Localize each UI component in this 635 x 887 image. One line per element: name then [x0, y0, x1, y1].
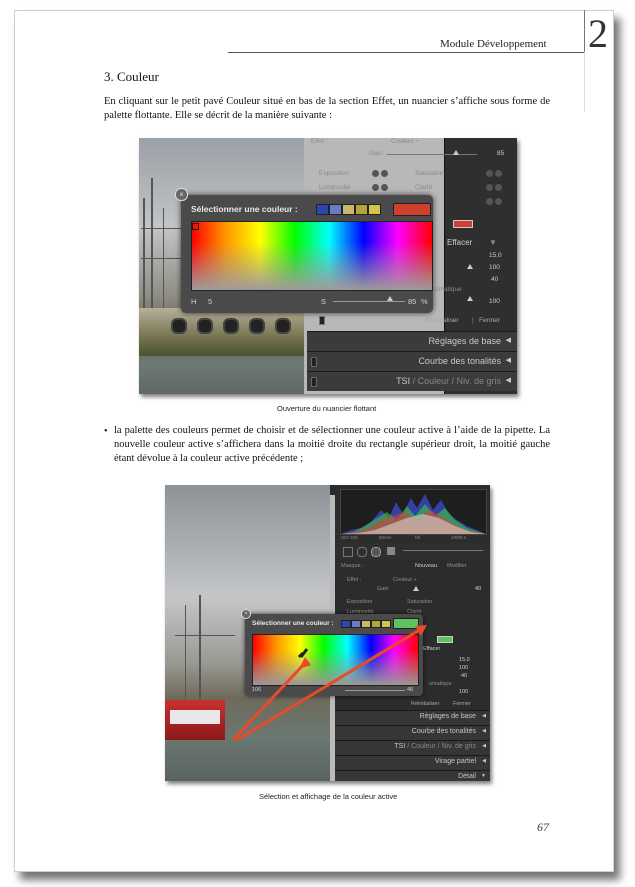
eyedropper-cursor[interactable] — [192, 223, 199, 230]
tab-niv-de-gris[interactable]: Niv. de gris — [457, 376, 501, 386]
section-title: 3. Couleur — [104, 69, 159, 84]
figure-2-caption: Sélection et affichage de la couleur act… — [259, 792, 398, 801]
section-reglages-de-base[interactable]: Réglages de base ◀ — [307, 331, 517, 351]
figure-1-caption: Ouverture du nuancier flottant — [277, 404, 377, 413]
luminosite-label: Luminosité — [319, 184, 351, 191]
close-icon[interactable]: × — [175, 188, 188, 201]
effet-label: Effet : — [311, 138, 328, 145]
effacer-label[interactable]: Effacer — [447, 238, 472, 247]
header-divider — [584, 10, 585, 52]
h-value: 5 — [208, 297, 213, 306]
s-value: 85 — [408, 297, 417, 306]
collapse-arrow-icon: ◀ — [505, 377, 511, 384]
arrow-to-active-color — [236, 627, 422, 742]
eyedropper-icon — [297, 648, 309, 659]
preset-swatch-5[interactable] — [368, 204, 381, 215]
arrow-to-eyedropper — [231, 661, 307, 742]
gain-slider-knob[interactable] — [453, 150, 459, 155]
color-picker-palette: Sélectionner une couleur : H 5 S 85 % — [181, 195, 433, 313]
effet-select[interactable]: Couleur ÷ — [391, 138, 419, 145]
color-spectrum[interactable] — [191, 221, 433, 291]
tab-couleur[interactable]: Couleur — [418, 376, 450, 386]
s-unit: % — [421, 297, 428, 306]
s-slider-knob[interactable] — [387, 296, 393, 301]
color-swatch-button[interactable] — [453, 220, 473, 228]
switch-icon[interactable] — [311, 357, 317, 367]
preset-swatch-2[interactable] — [329, 204, 342, 215]
s-label: S — [321, 297, 327, 306]
clarte-label: Clarté — [415, 184, 433, 191]
header-title: Module Développement — [440, 38, 547, 50]
section-courbe-des-tonalites[interactable]: Courbe des tonalités ◀ — [307, 351, 517, 371]
value-3: 40 — [491, 276, 499, 283]
figure-2-screenshot: ISO 100 50mm f/8 1/500 s Masque : Nouvea… — [165, 485, 490, 781]
intro-paragraph: En cliquant sur le petit pavé Couleur si… — [104, 96, 550, 121]
omatique-label: omatique — [435, 286, 462, 293]
h-label: H — [191, 297, 197, 306]
annotation-arrows — [231, 625, 427, 742]
switch-icon[interactable] — [319, 316, 325, 325]
picker-title: Sélectionner une couleur : — [191, 204, 298, 214]
chapter-number: 2 — [588, 11, 608, 56]
effacer-arrow-icon[interactable]: ▼ — [489, 238, 497, 247]
gain-label: Gain — [369, 150, 383, 157]
exposition-label: Exposition — [319, 170, 349, 177]
value-2: 100 — [489, 264, 500, 271]
figure-1-screenshot: Effet : Couleur ÷ Gain 85 Exposition Sat… — [139, 138, 517, 394]
section-tsi[interactable]: TSI / Couleur / Niv. de gris ◀ — [307, 371, 517, 391]
preset-swatch-1[interactable] — [316, 204, 329, 215]
preset-swatch-3[interactable] — [342, 204, 355, 215]
saturation-label: Saturation — [415, 170, 445, 177]
preset-swatch-4[interactable] — [355, 204, 368, 215]
bullet-paragraph: la palette des couleurs permet de choisi… — [114, 425, 550, 464]
page-number: 67 — [537, 820, 549, 834]
switch-icon[interactable] — [311, 377, 317, 387]
header-rule — [228, 52, 584, 53]
fermer-button[interactable]: Fermer — [479, 317, 500, 324]
value-1: 15,0 — [489, 252, 502, 259]
gain-value: 85 — [497, 150, 505, 157]
header-divider — [584, 52, 585, 112]
arrow-head-icon — [299, 657, 311, 669]
value-4: 100 — [489, 298, 500, 305]
reinitialiser-button[interactable]: Réinitialiser — [425, 317, 459, 324]
tab-tsi[interactable]: TSI — [396, 376, 410, 386]
collapse-arrow-icon: ◀ — [505, 337, 511, 344]
s-slider-track[interactable] — [333, 301, 405, 302]
divider: | — [472, 317, 474, 324]
bullet-icon: • — [104, 426, 108, 437]
collapse-arrow-icon: ◀ — [505, 357, 511, 364]
active-color-swatch — [393, 203, 431, 216]
